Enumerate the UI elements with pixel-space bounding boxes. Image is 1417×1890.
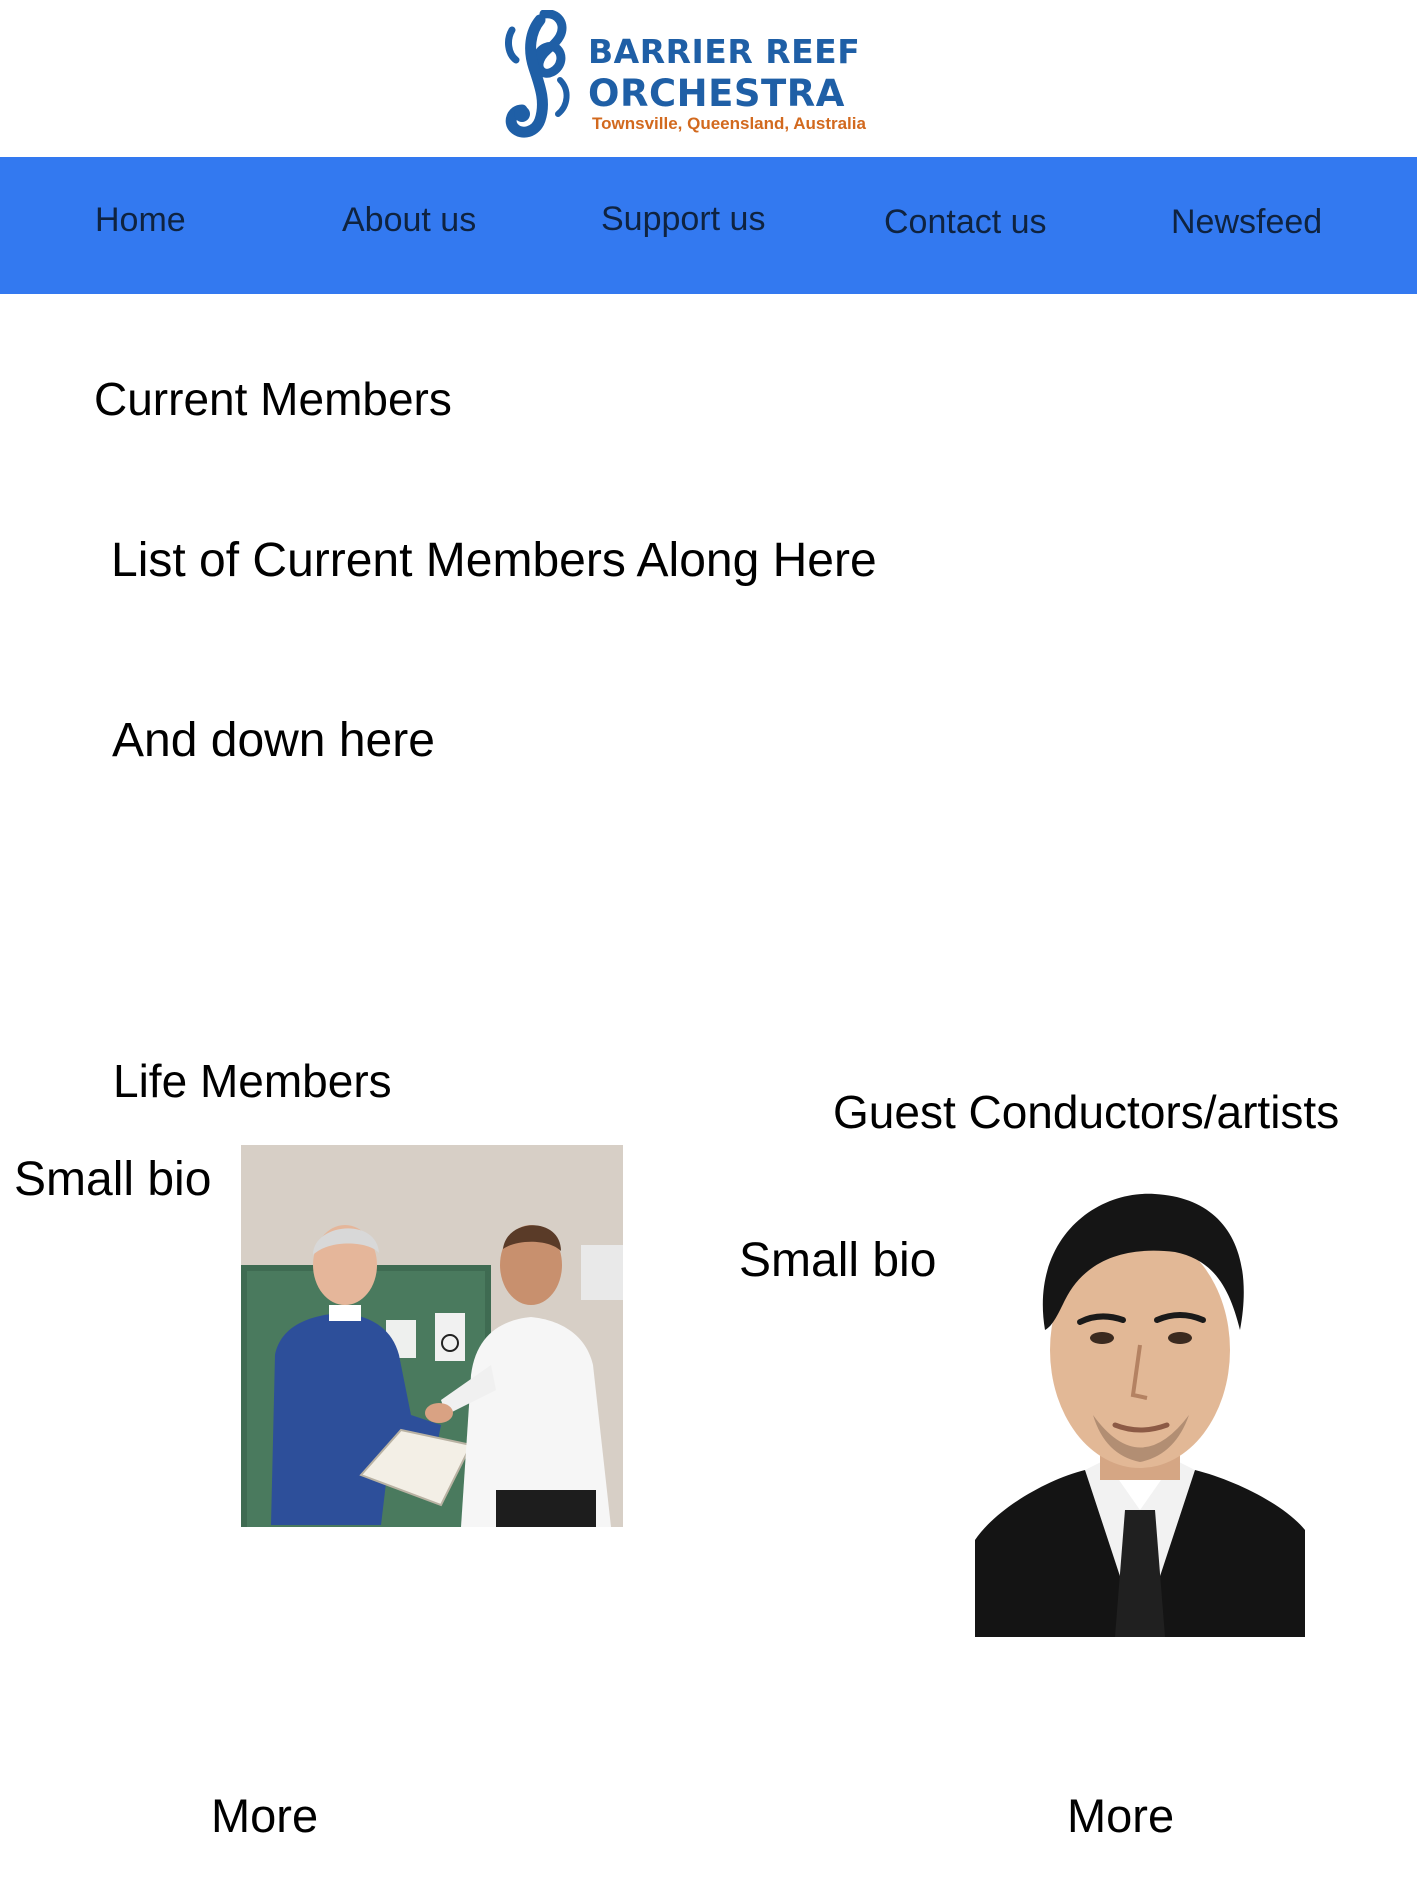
life-members-photo-illustration (241, 1145, 623, 1527)
guests-heading: Guest Conductors/artists (833, 1086, 1340, 1138)
guests-more-link[interactable]: More (1067, 1788, 1174, 1843)
nav-item-about-us[interactable]: About us (342, 201, 476, 240)
nav-item-newsfeed[interactable]: Newsfeed (1171, 203, 1322, 242)
guests-bio: Small bio (739, 1234, 937, 1287)
logo-tagline: Townsville, Queensland, Australia (592, 114, 866, 133)
site-logo[interactable]: BARRIER REEF ORCHESTRA Townsville, Queen… (500, 10, 880, 145)
life-members-more-link[interactable]: More (211, 1788, 318, 1843)
nav-item-contact-us[interactable]: Contact us (884, 203, 1047, 242)
current-members-list-line-2: And down here (112, 714, 435, 767)
current-members-list-line: List of Current Members Along Here (111, 534, 877, 587)
current-members-heading: Current Members (94, 373, 452, 425)
main-nav: Home About us Support us Contact us News… (0, 157, 1417, 294)
life-members-bio: Small bio (14, 1153, 212, 1206)
logo-title-line1: BARRIER REEF (588, 32, 861, 71)
nav-item-home[interactable]: Home (95, 201, 186, 240)
guest-artist-photo-illustration (975, 1180, 1305, 1637)
logo-title-line2: ORCHESTRA (588, 72, 845, 115)
treble-clef-seahorse-icon (505, 10, 570, 138)
life-members-photo (241, 1145, 623, 1527)
guest-artist-photo (975, 1180, 1305, 1637)
nav-item-support-us[interactable]: Support us (601, 200, 765, 239)
life-members-heading: Life Members (113, 1055, 392, 1107)
